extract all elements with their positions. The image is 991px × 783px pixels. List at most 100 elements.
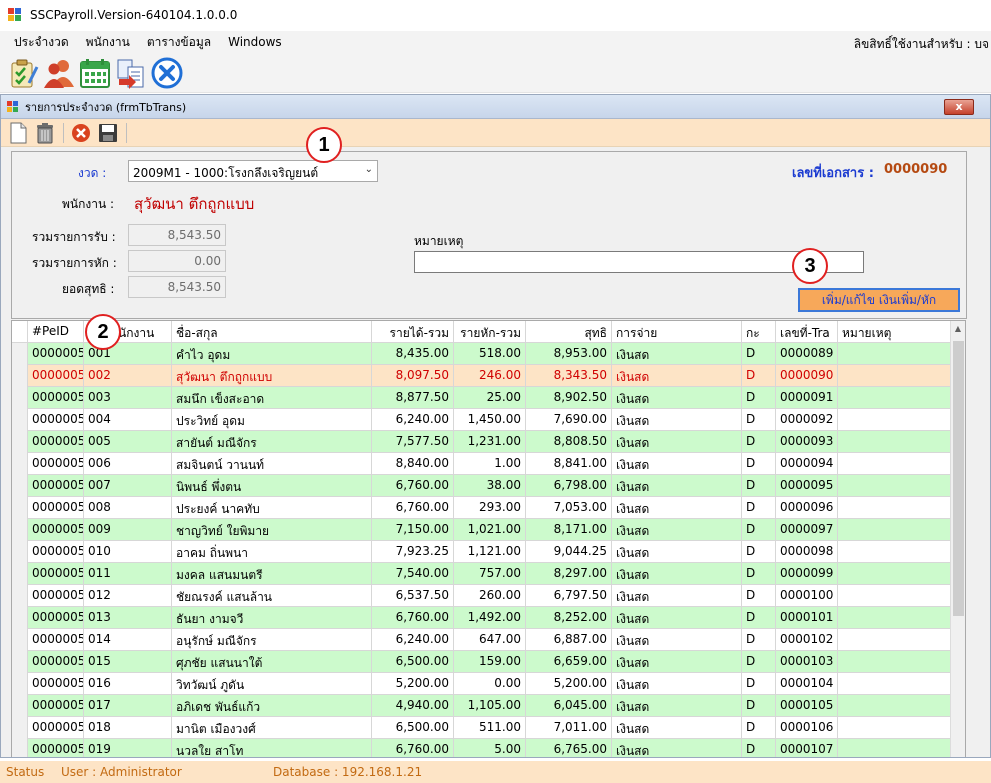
cell-note[interactable] xyxy=(838,739,952,757)
column-header-deduct[interactable]: รายหัก-รวม xyxy=(454,321,526,343)
cell-shift[interactable]: D xyxy=(742,651,776,673)
column-header-name[interactable]: ชื่อ-สกุล xyxy=(172,321,372,343)
cell-trans-no[interactable]: 0000090 xyxy=(776,365,838,387)
cell-emp-code[interactable]: 014 xyxy=(84,629,172,651)
cell-note[interactable] xyxy=(838,387,952,409)
cell-emp-code[interactable]: 013 xyxy=(84,607,172,629)
cell-deduct[interactable]: 1.00 xyxy=(454,453,526,475)
cell-trans-no[interactable]: 0000104 xyxy=(776,673,838,695)
cell-deduct[interactable]: 0.00 xyxy=(454,673,526,695)
cell-net[interactable]: 7,011.00 xyxy=(526,717,612,739)
cell-peid[interactable]: 0000005 xyxy=(28,365,84,387)
row-header[interactable] xyxy=(12,431,28,453)
table-row[interactable]: 0000005 004 ประวิทย์ อุดม 6,240.00 1,450.00 7… xyxy=(12,409,952,431)
cell-note[interactable] xyxy=(838,651,952,673)
cell-note[interactable] xyxy=(838,607,952,629)
column-header-note[interactable]: หมายเหตุ xyxy=(838,321,952,343)
cell-peid[interactable]: 0000005 xyxy=(28,387,84,409)
cell-trans-no[interactable]: 0000092 xyxy=(776,409,838,431)
cell-shift[interactable]: D xyxy=(742,585,776,607)
cell-emp-code[interactable]: 012 xyxy=(84,585,172,607)
cell-name[interactable]: ชัยณรงค์ แสนล้าน xyxy=(172,585,372,607)
cell-note[interactable] xyxy=(838,717,952,739)
cell-name[interactable]: สุวัฒนา ตึกถูกแบบ xyxy=(172,365,372,387)
cell-net[interactable]: 8,252.00 xyxy=(526,607,612,629)
cell-income[interactable]: 6,537.50 xyxy=(372,585,454,607)
cell-deduct[interactable]: 246.00 xyxy=(454,365,526,387)
cell-net[interactable]: 6,659.00 xyxy=(526,651,612,673)
cell-peid[interactable]: 0000005 xyxy=(28,717,84,739)
cell-peid[interactable]: 0000005 xyxy=(28,629,84,651)
checklist-button[interactable] xyxy=(6,56,40,90)
cell-net[interactable]: 6,765.00 xyxy=(526,739,612,757)
table-row[interactable]: 0000005 012 ชัยณรงค์ แสนล้าน 6,537.50 260.00… xyxy=(12,585,952,607)
cell-note[interactable] xyxy=(838,629,952,651)
cell-peid[interactable]: 0000005 xyxy=(28,563,84,585)
cell-income[interactable]: 6,760.00 xyxy=(372,607,454,629)
cell-payment[interactable]: เงินสด xyxy=(612,387,742,409)
delete-button[interactable] xyxy=(32,121,58,145)
cell-net[interactable]: 5,200.00 xyxy=(526,673,612,695)
cell-payment[interactable]: เงินสด xyxy=(612,541,742,563)
cell-emp-code[interactable]: 010 xyxy=(84,541,172,563)
table-row[interactable]: 0000005 010 อาคม ถิ่นพนา 7,923.25 1,121.00 9,… xyxy=(12,541,952,563)
cell-deduct[interactable]: 511.00 xyxy=(454,717,526,739)
cell-name[interactable]: มงคล แสนมนตรี xyxy=(172,563,372,585)
cell-net[interactable]: 6,887.00 xyxy=(526,629,612,651)
table-row[interactable]: 0000005 009 ชาญวิทย์ ใยพิมาย 7,150.00 1,021.… xyxy=(12,519,952,541)
menu-period[interactable]: ประจำงวด xyxy=(6,33,77,52)
cell-payment[interactable]: เงินสด xyxy=(612,563,742,585)
cell-peid[interactable]: 0000005 xyxy=(28,409,84,431)
table-row[interactable]: 0000005 002 สุวัฒนา ตึกถูกแบบ 8,097.50 246.0… xyxy=(12,365,952,387)
cell-trans-no[interactable]: 0000096 xyxy=(776,497,838,519)
cell-net[interactable]: 8,953.00 xyxy=(526,343,612,365)
table-row[interactable]: 0000005 017 อภิเดช พันธ์แก้ว 4,940.00 1,105.… xyxy=(12,695,952,717)
menu-employee[interactable]: พนักงาน xyxy=(78,33,138,52)
scroll-thumb[interactable] xyxy=(953,341,964,616)
cell-trans-no[interactable]: 0000099 xyxy=(776,563,838,585)
cell-income[interactable]: 6,500.00 xyxy=(372,651,454,673)
cell-emp-code[interactable]: 006 xyxy=(84,453,172,475)
users-button[interactable] xyxy=(42,56,76,90)
row-header[interactable] xyxy=(12,629,28,651)
calendar-button[interactable] xyxy=(78,56,112,90)
cell-net[interactable]: 8,808.50 xyxy=(526,431,612,453)
cell-peid[interactable]: 0000005 xyxy=(28,431,84,453)
cell-shift[interactable]: D xyxy=(742,475,776,497)
cell-deduct[interactable]: 1,021.00 xyxy=(454,519,526,541)
edit-adjustments-button[interactable]: เพิ่ม/แก้ไข เงินเพิ่ม/หัก xyxy=(798,288,960,312)
cell-name[interactable]: อาคม ถิ่นพนา xyxy=(172,541,372,563)
cell-payment[interactable]: เงินสด xyxy=(612,497,742,519)
cell-name[interactable]: ประวิทย์ อุดม xyxy=(172,409,372,431)
cell-name[interactable]: สายันต์ มณีจักร xyxy=(172,431,372,453)
cell-peid[interactable]: 0000005 xyxy=(28,695,84,717)
cell-name[interactable]: ศุภชัย แสนนาใต้ xyxy=(172,651,372,673)
cell-deduct[interactable]: 1,450.00 xyxy=(454,409,526,431)
cell-net[interactable]: 8,841.00 xyxy=(526,453,612,475)
cell-emp-code[interactable]: 015 xyxy=(84,651,172,673)
cell-note[interactable] xyxy=(838,519,952,541)
table-row[interactable]: 0000005 013 ธันยา งามจวี 6,760.00 1,492.00 8,… xyxy=(12,607,952,629)
row-header[interactable] xyxy=(12,695,28,717)
cell-deduct[interactable]: 38.00 xyxy=(454,475,526,497)
cell-trans-no[interactable]: 0000091 xyxy=(776,387,838,409)
cell-payment[interactable]: เงินสด xyxy=(612,519,742,541)
cell-emp-code[interactable]: 016 xyxy=(84,673,172,695)
cell-shift[interactable]: D xyxy=(742,629,776,651)
cell-name[interactable]: นวลใย สาโท xyxy=(172,739,372,757)
cell-shift[interactable]: D xyxy=(742,717,776,739)
cell-peid[interactable]: 0000005 xyxy=(28,541,84,563)
cell-trans-no[interactable]: 0000103 xyxy=(776,651,838,673)
cell-net[interactable]: 8,171.00 xyxy=(526,519,612,541)
cell-payment[interactable]: เงินสด xyxy=(612,607,742,629)
cell-deduct[interactable]: 518.00 xyxy=(454,343,526,365)
cell-shift[interactable]: D xyxy=(742,739,776,757)
row-header[interactable] xyxy=(12,651,28,673)
row-header[interactable] xyxy=(12,497,28,519)
cell-income[interactable]: 8,840.00 xyxy=(372,453,454,475)
column-header-shift[interactable]: กะ xyxy=(742,321,776,343)
cell-income[interactable]: 4,940.00 xyxy=(372,695,454,717)
cell-payment[interactable]: เงินสด xyxy=(612,717,742,739)
table-row[interactable]: 0000005 001 คำไว อุดม 8,435.00 518.00 8,953.0… xyxy=(12,343,952,365)
cell-payment[interactable]: เงินสด xyxy=(612,453,742,475)
